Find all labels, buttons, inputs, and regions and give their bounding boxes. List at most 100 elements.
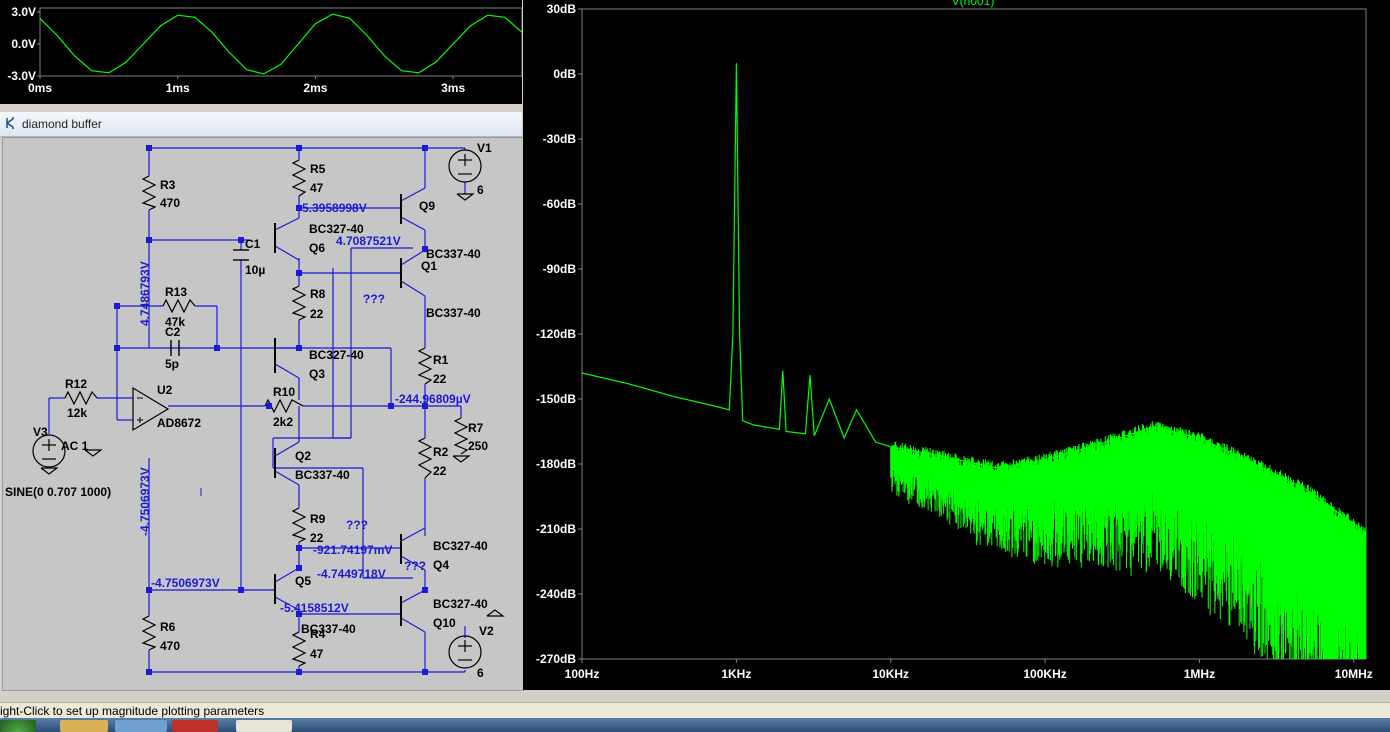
- waveform-x-tick-label: 1ms: [166, 81, 190, 95]
- junction-dots: [114, 145, 428, 675]
- label-R10-value: 2k2: [273, 415, 293, 429]
- spectrum-x-tick-label: 1KHz: [721, 667, 751, 681]
- schematic-capacitors: [170, 249, 249, 356]
- label-R8-ref: R8: [310, 287, 326, 301]
- label-Q1b-value: BC337-40: [426, 306, 481, 320]
- spectrum-y-tick-label: -60dB: [543, 197, 577, 211]
- spectrum-plot[interactable]: V(n001) 30dB 0dB -30dB -60dB -90dB -120dB -150…: [523, 0, 1390, 690]
- label-R4-ref: R4: [310, 627, 326, 641]
- waveform-y-tick-label: 0.0V: [11, 37, 36, 51]
- spectrum-y-tick-label: -150dB: [536, 392, 576, 406]
- taskbar-browser-button[interactable]: [115, 720, 167, 732]
- spectrum-x-tick-label: 100Hz: [565, 667, 600, 681]
- waveform-plot-frame: [39, 7, 523, 77]
- label-Q2-ref: Q2: [295, 449, 311, 463]
- spectrum-y-tick-label: 30dB: [547, 2, 577, 16]
- label-C2-ref: C2: [165, 325, 181, 339]
- waveform-y-tick-label: 3.0V: [11, 5, 36, 19]
- schematic-window-titlebar[interactable]: diamond buffer: [0, 112, 522, 137]
- taskbar-app-button[interactable]: [172, 720, 218, 732]
- node-label-q3: ???: [404, 559, 426, 573]
- waveform-plot[interactable]: 3.0V0.0V-3.0V 0ms 1ms 2ms 3ms: [0, 0, 523, 104]
- label-Q5-ref: Q5: [295, 574, 311, 588]
- label-R1-value: 22: [433, 372, 447, 386]
- label-Q10-value: BC327-40: [433, 597, 488, 611]
- status-text: ight-Click to set up magnitude plotting …: [0, 704, 265, 718]
- spectrum-y-tick-label: -270dB: [536, 652, 576, 666]
- spectrum-y-tick-label: -90dB: [543, 262, 577, 276]
- label-V3-source: SINE(0 0.707 1000): [5, 485, 111, 499]
- spectrum-y-tick-label: -180dB: [536, 457, 576, 471]
- label-V1-ref: V1: [477, 141, 492, 155]
- component-labels: R3 470 R5 47 C1 10µ BC327-40 Q6 Q9 BC337…: [5, 141, 494, 680]
- label-R5-ref: R5: [310, 162, 326, 176]
- spectrum-y-tick-label: -210dB: [536, 522, 576, 536]
- node-label-n1: 5.3958998V: [302, 201, 367, 215]
- spectrum-y-tick-label: -240dB: [536, 587, 576, 601]
- spectrum-y-tick-label: -120dB: [536, 327, 576, 341]
- spectrum-x-tick-label: 10KHz: [872, 667, 909, 681]
- label-V3-ref: V3: [33, 425, 48, 439]
- label-Q10-ref: Q10: [433, 616, 456, 630]
- label-Q9-ref: Q9: [419, 199, 435, 213]
- label-U2-value: AD8672: [157, 416, 201, 430]
- label-R4-value: 47: [310, 647, 324, 661]
- node-label-n5: -4.7506973V: [138, 467, 152, 536]
- node-label-q1: ???: [363, 292, 385, 306]
- label-R2-value: 22: [433, 464, 447, 478]
- spectrum-x-tick-label: 100KHz: [1023, 667, 1066, 681]
- label-C1-value: 10µ: [245, 263, 265, 277]
- label-R13-ref: R13: [165, 285, 187, 299]
- label-R3-ref: R3: [160, 178, 176, 192]
- start-button[interactable]: [0, 720, 36, 732]
- label-R12-value: 12k: [67, 406, 87, 420]
- taskbar-ltspice-button[interactable]: [236, 720, 292, 732]
- taskbar[interactable]: [0, 718, 1390, 732]
- label-R6-ref: R6: [160, 620, 176, 634]
- label-R1-ref: R1: [433, 353, 449, 367]
- schematic-icon: [6, 117, 14, 129]
- waveform-x-tick-label: 2ms: [303, 81, 327, 95]
- spectrum-trace-title[interactable]: V(n001): [952, 0, 995, 8]
- schematic-canvas[interactable]: R3 470 R5 47 C1 10µ BC327-40 Q6 Q9 BC337…: [2, 137, 524, 691]
- waveform-trace: [39, 13, 523, 75]
- spectrum-y-tick-label: -30dB: [543, 132, 577, 146]
- schematic-window-title: diamond buffer: [22, 117, 102, 131]
- node-label-n3: 4.7486793V: [138, 261, 152, 326]
- spectrum-y-tick-label: 0dB: [553, 67, 576, 81]
- label-Q4-value: BC327-40: [433, 539, 488, 553]
- node-label-n6: -4.7506973V: [151, 576, 220, 590]
- label-R7-ref: R7: [468, 421, 484, 435]
- label-R7-value: 250: [468, 439, 488, 453]
- spectrum-x-tick-label: 10MHz: [1335, 667, 1373, 681]
- label-C1-ref: C1: [245, 237, 261, 251]
- label-Q3-value: BC327-40: [309, 348, 364, 362]
- label-Q1-ref: Q1: [421, 259, 437, 273]
- label-R9-ref: R9: [310, 512, 326, 526]
- node-label-n2: 4.7087521V: [336, 234, 401, 248]
- label-Q2-value: BC337-40: [295, 468, 350, 482]
- label-R6-value: 470: [160, 639, 180, 653]
- status-bar: ight-Click to set up magnitude plotting …: [0, 702, 1390, 719]
- schematic-drawing[interactable]: R3 470 R5 47 C1 10µ BC327-40 Q6 Q9 BC337…: [3, 138, 523, 690]
- node-label-n9: -5.4158512V: [280, 601, 349, 615]
- waveform-plot-pane[interactable]: 3.0V 0.0V -3.0V 0ms 1ms 2ms 3ms: [0, 0, 523, 104]
- waveform-x-tick-label: 3ms: [441, 81, 465, 95]
- label-V2-value: 6: [477, 666, 484, 680]
- label-Q3-ref: Q3: [309, 367, 325, 381]
- label-R3-value: 470: [160, 196, 180, 210]
- label-R2-ref: R2: [433, 445, 449, 459]
- label-Q4-ref: Q4: [433, 558, 449, 572]
- node-label-n4: -244.96809µV: [395, 392, 471, 406]
- schematic-transistor-bases: [274, 194, 402, 626]
- node-label-n7: -921.74197mV: [313, 543, 392, 557]
- spectrum-plot-pane[interactable]: V(n001) 30dB 0dB -30dB -60dB -90dB -120dB -150…: [523, 0, 1390, 690]
- label-R8-value: 22: [310, 307, 324, 321]
- taskbar-explorer-button[interactable]: [60, 720, 108, 732]
- label-R12-ref: R12: [65, 377, 87, 391]
- node-label-q2: ???: [346, 518, 368, 532]
- label-R5-value: 47: [310, 181, 324, 195]
- spectrum-x-tick-label: 1MHz: [1184, 667, 1215, 681]
- label-R10-ref: R10: [273, 385, 295, 399]
- node-label-n8: -4.7449718V: [317, 567, 386, 581]
